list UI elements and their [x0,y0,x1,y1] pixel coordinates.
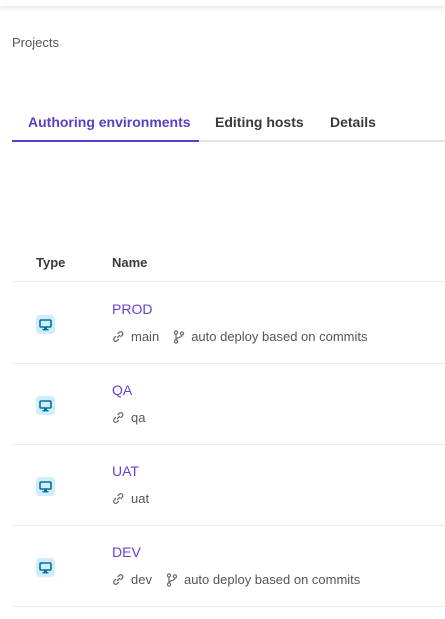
table-row: UAT uat [12,445,445,526]
environment-name-link[interactable]: QA [112,382,132,398]
table-row: PROD main auto deploy based on commits [12,283,445,364]
column-header-type: Type [36,255,66,270]
tab-bar: Authoring environments Editing hosts Det… [12,104,445,142]
table-header: Type Name [12,244,445,282]
git-branch-icon [173,329,185,344]
git-branch-icon [166,572,178,587]
environment-meta: qa [112,410,145,425]
branch-name: qa [131,410,146,425]
table-row: QA qa [12,364,445,445]
link-icon [112,492,125,505]
tab-details[interactable]: Details [314,104,392,142]
top-bar [0,0,445,6]
branch-name: uat [131,491,150,506]
column-header-name: Name [112,255,148,270]
branch-name: dev [131,572,152,587]
table-row: DEV dev auto deploy based on commits [12,526,445,607]
monitor-icon [36,558,55,577]
monitor-icon [36,396,55,415]
deploy-mode: auto deploy based on commits [183,572,361,587]
breadcrumb[interactable]: Projects [12,35,59,50]
monitor-icon [36,477,55,496]
link-icon [112,573,125,586]
link-icon [112,330,125,343]
monitor-icon [36,315,55,334]
link-icon [112,411,125,424]
environment-name-link[interactable]: PROD [112,301,152,317]
deploy-mode: auto deploy based on commits [191,329,368,344]
environment-meta: dev auto deploy based on commits [112,572,360,587]
branch-name: main [131,329,160,344]
environment-meta: uat [112,491,149,506]
tab-authoring-environments[interactable]: Authoring environments [12,104,199,142]
environment-name-link[interactable]: DEV [112,544,141,560]
environment-meta: main auto deploy based on commits [112,329,368,344]
environment-name-link[interactable]: UAT [112,463,139,479]
tab-editing-hosts[interactable]: Editing hosts [199,104,320,142]
